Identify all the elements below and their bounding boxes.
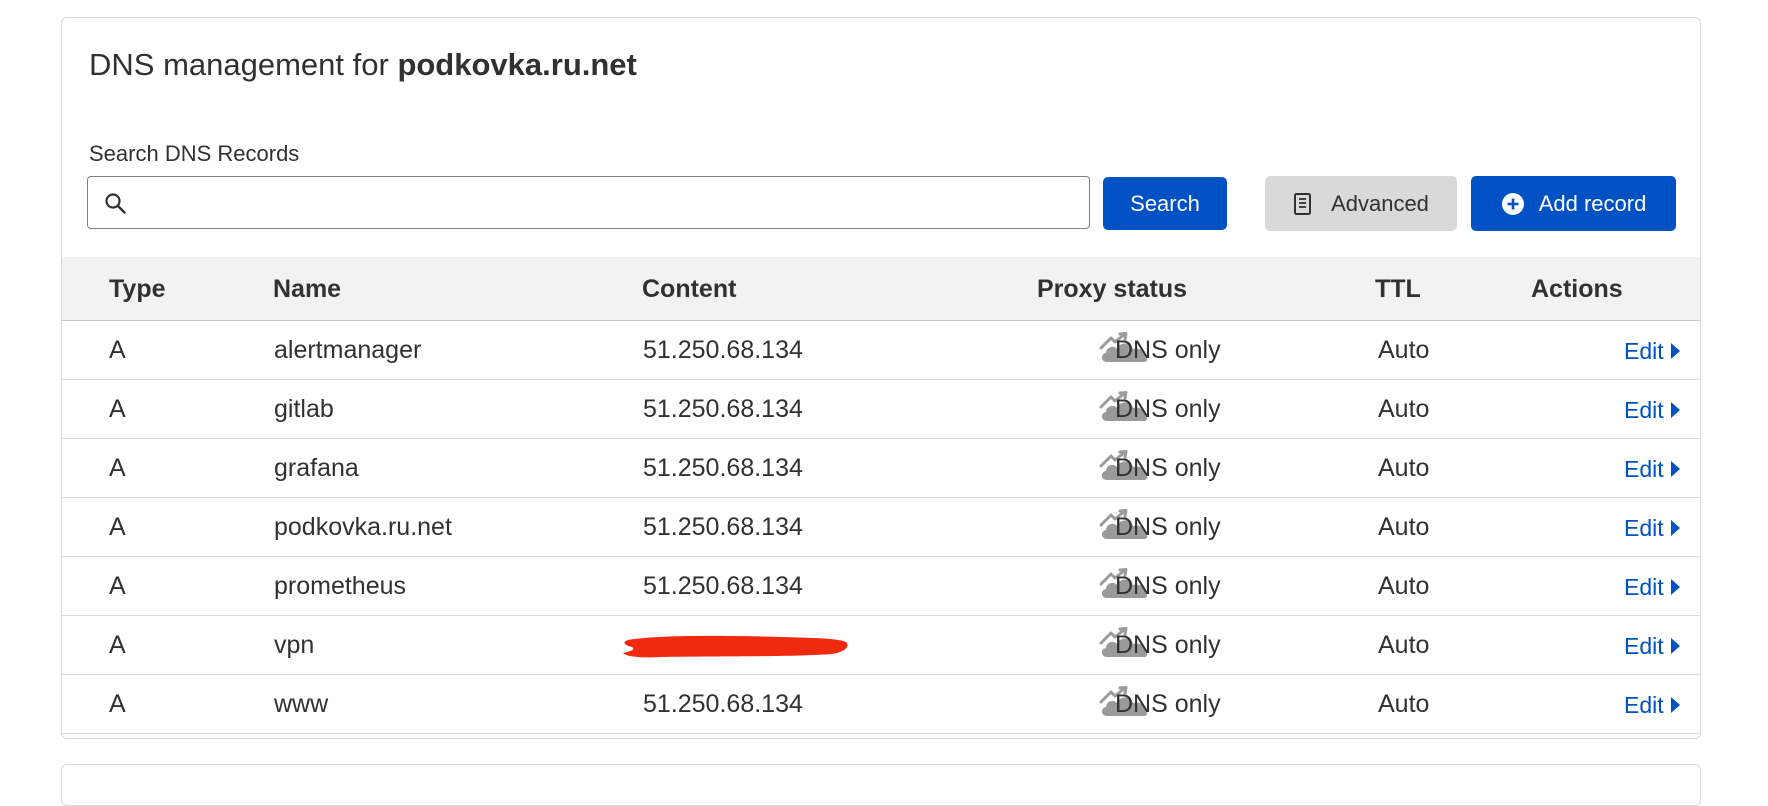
record-content: 51.250.68.134 xyxy=(643,513,803,541)
caret-right-icon xyxy=(1670,461,1680,477)
caret-right-icon xyxy=(1670,402,1680,418)
record-ttl: Auto xyxy=(1378,395,1430,423)
edit-label: Edit xyxy=(1624,633,1664,659)
add-record-button[interactable]: Add record xyxy=(1471,176,1676,231)
record-type: A xyxy=(109,631,126,659)
table-row: A vpn DNS only Auto Edit xyxy=(62,616,1700,675)
record-content: 51.250.68.134 xyxy=(643,690,803,718)
edit-record-link[interactable]: Edit xyxy=(1624,321,1681,381)
column-header-proxy-status[interactable]: Proxy status xyxy=(1037,257,1187,321)
caret-right-icon xyxy=(1670,638,1680,654)
table-row: A www 51.250.68.134 DNS only Auto Edit xyxy=(62,675,1700,734)
search-button[interactable]: Search xyxy=(1103,177,1227,230)
edit-record-link[interactable]: Edit xyxy=(1624,498,1681,558)
caret-right-icon xyxy=(1670,343,1680,359)
table-row: A grafana 51.250.68.134 DNS only Auto Ed… xyxy=(62,439,1700,498)
record-type: A xyxy=(109,454,126,482)
proxy-status-text: DNS only xyxy=(1115,395,1221,423)
column-header-type[interactable]: Type xyxy=(109,257,166,321)
proxy-status-text: DNS only xyxy=(1115,572,1221,600)
redaction-scribble xyxy=(623,635,848,658)
page-title-prefix: DNS management for xyxy=(89,47,389,82)
column-header-actions: Actions xyxy=(1531,275,1623,303)
record-type: A xyxy=(109,395,126,423)
page-title: DNS management for podkovka.ru.net xyxy=(89,47,637,83)
proxy-status-text: DNS only xyxy=(1115,513,1221,541)
search-button-label: Search xyxy=(1130,190,1200,216)
table-row: A alertmanager 51.250.68.134 DNS only Au… xyxy=(62,321,1700,380)
add-record-button-label: Add record xyxy=(1538,190,1647,216)
edit-label: Edit xyxy=(1624,456,1664,482)
record-ttl: Auto xyxy=(1378,572,1430,600)
record-name: alertmanager xyxy=(274,336,422,364)
edit-record-link[interactable]: Edit xyxy=(1624,616,1681,676)
caret-right-icon xyxy=(1670,579,1680,595)
edit-label: Edit xyxy=(1624,692,1664,718)
edit-record-link[interactable]: Edit xyxy=(1624,557,1681,617)
search-input[interactable] xyxy=(140,183,1074,223)
edit-label: Edit xyxy=(1624,338,1664,364)
page-title-domain: podkovka.ru.net xyxy=(397,47,637,82)
record-type: A xyxy=(109,336,126,364)
record-ttl: Auto xyxy=(1378,454,1430,482)
proxy-status-text: DNS only xyxy=(1115,454,1221,482)
record-type: A xyxy=(109,572,126,600)
column-header-content[interactable]: Content xyxy=(642,257,736,321)
column-header-ttl[interactable]: TTL xyxy=(1375,257,1421,321)
edit-label: Edit xyxy=(1624,397,1664,423)
record-ttl: Auto xyxy=(1378,690,1430,718)
dns-table-header: Type Name Content Proxy status TTL Actio… xyxy=(62,257,1700,321)
edit-record-link[interactable]: Edit xyxy=(1624,439,1681,499)
edit-record-link[interactable]: Edit xyxy=(1624,380,1681,440)
record-ttl: Auto xyxy=(1378,631,1430,659)
record-name: www xyxy=(274,690,329,718)
proxy-status-text: DNS only xyxy=(1115,690,1221,718)
record-content: 51.250.68.134 xyxy=(643,336,803,364)
record-type: A xyxy=(109,513,126,541)
next-section-card xyxy=(61,764,1701,806)
record-name: gitlab xyxy=(274,395,334,423)
caret-right-icon xyxy=(1670,697,1680,713)
plus-circle-icon xyxy=(1501,192,1524,215)
record-content: 51.250.68.134 xyxy=(643,454,803,482)
record-name: grafana xyxy=(274,454,359,482)
edit-record-link[interactable]: Edit xyxy=(1624,675,1681,735)
search-label: Search DNS Records xyxy=(89,141,300,166)
record-name: prometheus xyxy=(274,572,407,600)
edit-label: Edit xyxy=(1624,574,1664,600)
search-icon xyxy=(105,193,126,214)
table-row: A podkovka.ru.net 51.250.68.134 DNS only… xyxy=(62,498,1700,557)
record-content: 51.250.68.134 xyxy=(643,395,803,423)
column-header-name[interactable]: Name xyxy=(273,257,341,321)
advanced-button-label: Advanced xyxy=(1331,190,1429,216)
search-field[interactable] xyxy=(87,176,1090,229)
proxy-status-text: DNS only xyxy=(1115,631,1221,659)
proxy-status-text: DNS only xyxy=(1115,336,1221,364)
table-row: A prometheus 51.250.68.134 DNS only Auto… xyxy=(62,557,1700,616)
record-content: 51.250.68.134 xyxy=(643,572,803,600)
record-ttl: Auto xyxy=(1378,513,1430,541)
edit-label: Edit xyxy=(1624,515,1664,541)
record-name: podkovka.ru.net xyxy=(274,513,452,541)
table-row: A gitlab 51.250.68.134 DNS only Auto Edi… xyxy=(62,380,1700,439)
record-type: A xyxy=(109,690,126,718)
record-ttl: Auto xyxy=(1378,336,1430,364)
dns-management-card: DNS management for podkovka.ru.net Searc… xyxy=(61,17,1701,739)
advanced-button[interactable]: Advanced xyxy=(1265,176,1457,231)
record-name: vpn xyxy=(274,631,315,659)
caret-right-icon xyxy=(1670,520,1680,536)
document-icon xyxy=(1294,192,1312,215)
